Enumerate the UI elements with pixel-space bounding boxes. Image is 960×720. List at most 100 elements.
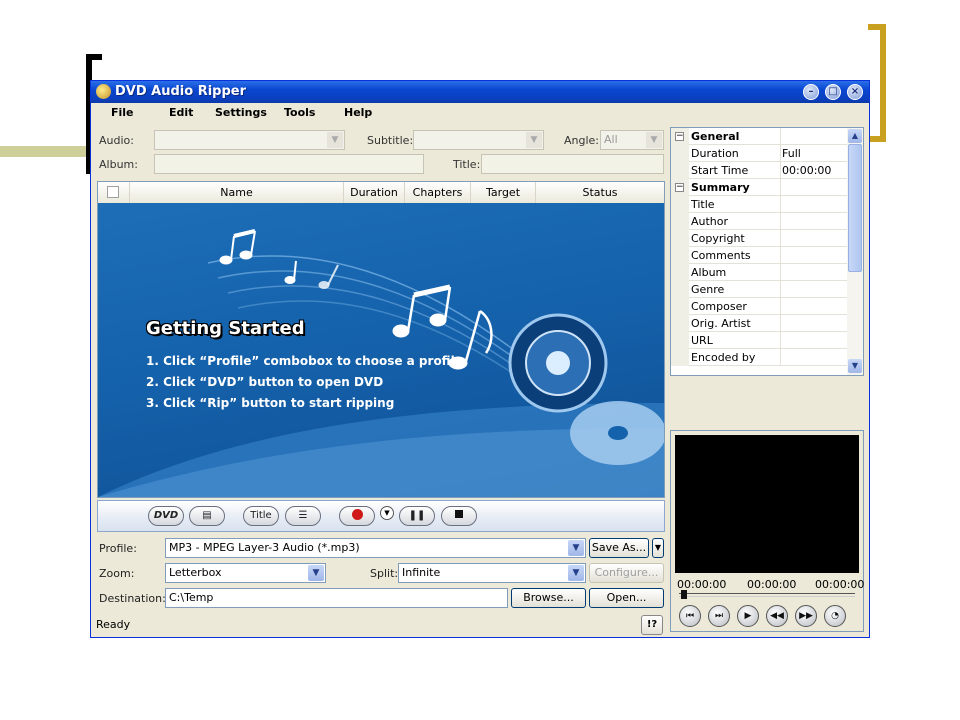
title-list[interactable]: Name Duration Chapters Target Status Get…: [97, 181, 665, 498]
property-key: Genre: [691, 283, 725, 296]
fast-forward-button[interactable]: ▶▶: [795, 605, 817, 627]
collapse-icon[interactable]: −: [675, 132, 684, 141]
menu-tools[interactable]: Tools: [284, 106, 315, 119]
column-duration[interactable]: Duration: [344, 182, 405, 203]
rip-button[interactable]: [339, 506, 375, 526]
angle-label: Angle:: [564, 134, 600, 147]
category-summary[interactable]: − Summary: [671, 179, 847, 196]
property-row[interactable]: Composer: [671, 298, 847, 315]
property-row[interactable]: URL: [671, 332, 847, 349]
property-key: Orig. Artist: [691, 317, 751, 330]
audio-label: Audio:: [99, 134, 134, 147]
destination-input[interactable]: C:\Temp: [165, 588, 508, 608]
open-button[interactable]: Open...: [589, 588, 664, 608]
title-bar[interactable]: DVD Audio Ripper – □ ×: [91, 81, 869, 103]
property-row[interactable]: Album: [671, 264, 847, 281]
app-window: DVD Audio Ripper – □ × File Edit Setting…: [90, 80, 870, 638]
title-button[interactable]: Title: [243, 506, 279, 526]
play-button[interactable]: ▶: [737, 605, 759, 627]
rewind-button[interactable]: ◀◀: [766, 605, 788, 627]
zoom-label: Zoom:: [99, 567, 135, 580]
seek-handle[interactable]: [681, 590, 687, 599]
audio-combo[interactable]: ▼: [154, 130, 345, 150]
close-button[interactable]: ×: [847, 84, 863, 100]
select-all-checkbox[interactable]: [107, 186, 119, 198]
category-general-label: General: [691, 130, 740, 143]
menu-bar: File Edit Settings Tools Help: [91, 103, 869, 123]
dvd-button[interactable]: DVD: [148, 506, 184, 526]
help-button[interactable]: !?: [641, 615, 663, 635]
property-row[interactable]: Title: [671, 196, 847, 213]
rip-options-dropdown[interactable]: ▼: [380, 506, 394, 520]
gutter: [671, 264, 689, 281]
split-view-button[interactable]: ☰: [285, 506, 321, 526]
collapse-icon[interactable]: −: [675, 183, 684, 192]
property-value[interactable]: Full: [782, 147, 801, 160]
column-divider: [780, 145, 781, 162]
subtitle-combo[interactable]: ▼: [413, 130, 544, 150]
dvd-button-label: DVD: [153, 510, 179, 521]
scroll-down-icon[interactable]: ▼: [848, 359, 862, 373]
property-row[interactable]: Duration Full: [671, 145, 847, 162]
menu-settings[interactable]: Settings: [215, 106, 267, 119]
minimize-button[interactable]: –: [803, 84, 819, 100]
column-divider: [780, 349, 781, 366]
category-general[interactable]: − General: [671, 128, 847, 145]
pause-button[interactable]: ❚❚: [399, 506, 435, 526]
chapters-button[interactable]: ▤: [189, 506, 225, 526]
stop-button[interactable]: [441, 506, 477, 526]
title-field[interactable]: [481, 154, 664, 174]
seek-track[interactable]: [679, 590, 855, 599]
browse-button[interactable]: Browse...: [511, 588, 586, 608]
column-divider: [780, 298, 781, 315]
menu-edit[interactable]: Edit: [169, 106, 193, 119]
property-row[interactable]: Encoded by: [671, 349, 847, 366]
split-combo[interactable]: Infinite ▼: [398, 563, 586, 583]
property-row[interactable]: Orig. Artist: [671, 315, 847, 332]
column-divider: [780, 247, 781, 264]
properties-scrollbar[interactable]: ▲ ▼: [847, 128, 863, 375]
column-divider: [780, 213, 781, 230]
column-divider: [780, 230, 781, 247]
column-divider: [780, 162, 781, 179]
previous-button[interactable]: ⏮: [679, 605, 701, 627]
column-status[interactable]: Status: [536, 182, 664, 203]
previous-icon: ⏮: [685, 611, 695, 621]
property-row[interactable]: Copyright: [671, 230, 847, 247]
chevron-down-icon: ▼: [526, 132, 542, 148]
angle-combo[interactable]: All ▼: [600, 130, 664, 150]
column-divider: [780, 315, 781, 332]
property-row[interactable]: Author: [671, 213, 847, 230]
maximize-button[interactable]: □: [825, 84, 841, 100]
select-all-header[interactable]: [98, 182, 130, 203]
column-target[interactable]: Target: [471, 182, 536, 203]
save-as-dropdown[interactable]: ▼: [652, 538, 664, 558]
column-name[interactable]: Name: [130, 182, 344, 203]
property-key: Start Time: [691, 164, 749, 177]
next-button[interactable]: ⏭: [708, 605, 730, 627]
menu-file[interactable]: File: [111, 106, 134, 119]
playback-toolbar: DVD ▤ Title ☰ ▼ ❚❚: [97, 500, 665, 532]
snapshot-button[interactable]: ◔: [824, 605, 846, 627]
save-as-button[interactable]: Save As...: [589, 538, 649, 558]
step-3: 3. Click “Rip” button to start ripping: [146, 396, 395, 410]
pause-icon: ❚❚: [408, 510, 426, 521]
menu-help[interactable]: Help: [344, 106, 372, 119]
album-field[interactable]: [154, 154, 424, 174]
configure-button[interactable]: Configure...: [589, 563, 664, 583]
chevron-down-icon: ▼: [327, 132, 343, 148]
chevron-down-icon: ▼: [384, 509, 390, 517]
property-value[interactable]: 00:00:00: [782, 164, 831, 177]
zoom-combo[interactable]: Letterbox ▼: [165, 563, 326, 583]
time-current: 00:00:00: [747, 578, 797, 591]
properties-panel[interactable]: − General Duration Full Start Time 00:00…: [670, 127, 864, 376]
property-row[interactable]: Genre: [671, 281, 847, 298]
scroll-thumb[interactable]: [848, 144, 862, 272]
split-label: Split:: [370, 567, 399, 580]
scroll-up-icon[interactable]: ▲: [848, 129, 862, 143]
property-row[interactable]: Start Time 00:00:00: [671, 162, 847, 179]
property-row[interactable]: Comments: [671, 247, 847, 264]
column-chapters[interactable]: Chapters: [405, 182, 471, 203]
profile-combo[interactable]: MP3 - MPEG Layer-3 Audio (*.mp3) ▼: [165, 538, 586, 558]
property-key: Author: [691, 215, 729, 228]
